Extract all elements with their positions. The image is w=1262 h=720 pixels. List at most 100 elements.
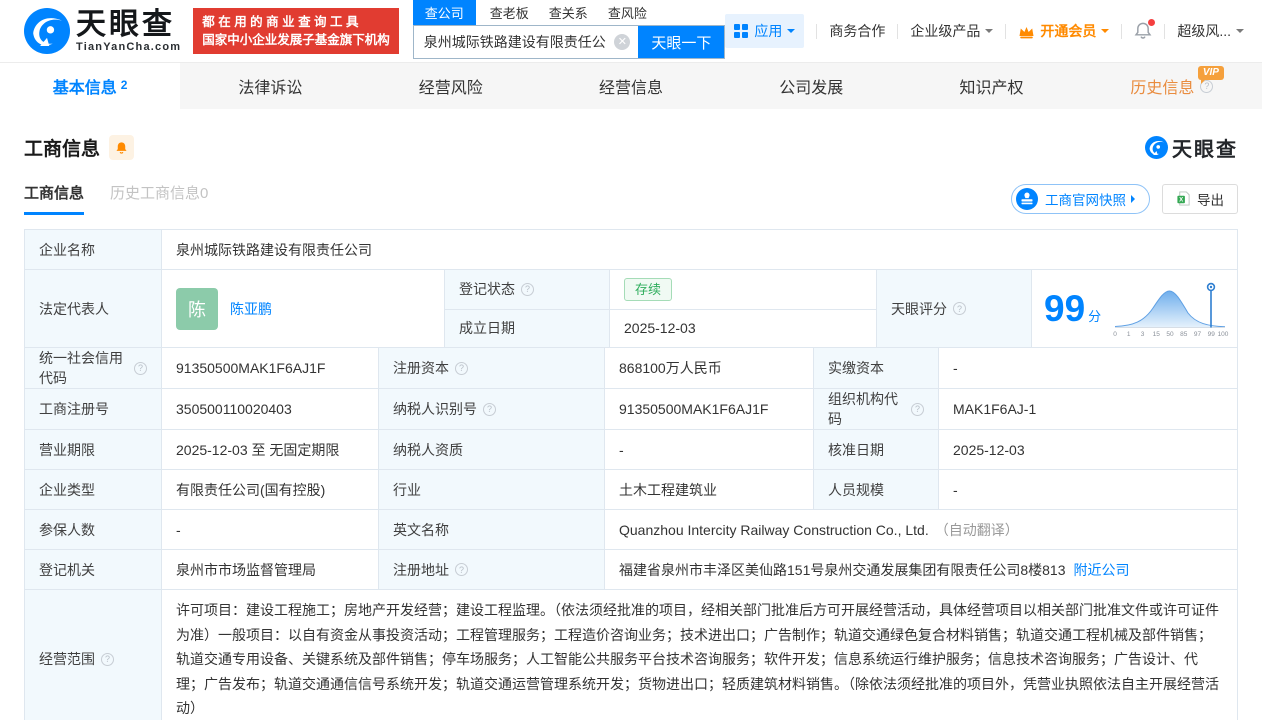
search-tab-boss[interactable]: 查老板 [490, 0, 529, 25]
subtab-history-business-info[interactable]: 历史工商信息0 [110, 182, 208, 215]
field-label: 核准日期 [813, 430, 938, 469]
tab-operation-risk[interactable]: 经营风险 [361, 63, 541, 109]
svg-text:X: X [1179, 197, 1183, 204]
section-header: 工商信息 天眼查 [24, 133, 1238, 162]
table-row-company-type: 企业类型 有限责任公司(国有控股) 行业 土木工程建筑业 人员规模 - [25, 469, 1237, 509]
help-icon[interactable]: ? [483, 402, 496, 416]
reg-status-row: 登记状态 ? 存续 [445, 270, 876, 309]
tianyancha-logo[interactable]: 天眼查 TianYanCha.com [24, 8, 181, 54]
english-name-value: Quanzhou Intercity Railway Construction … [619, 521, 929, 538]
apps-grid-icon [734, 24, 749, 38]
reg-authority-value: 泉州市市场监督管理局 [161, 550, 378, 589]
field-label: 营业期限 [25, 430, 161, 469]
company-nav-tabs: 基本信息 2 法律诉讼 经营风险 经营信息 公司发展 知识产权 VIP 历史信息… [0, 62, 1262, 109]
legal-rep-link[interactable]: 陈亚鹏 [230, 299, 272, 319]
field-label: 参保人数 [25, 510, 161, 549]
company-name-value: 泉州城际铁路建设有限责任公司 [161, 230, 1237, 269]
field-label: 英文名称 [378, 510, 604, 549]
nav-business-cooperation[interactable]: 商务合作 [829, 21, 885, 41]
tab-count: 2 [120, 78, 128, 92]
table-row-english-name: 参保人数 - 英文名称 Quanzhou Intercity Railway C… [25, 509, 1237, 549]
search-tab-company[interactable]: 查公司 [412, 0, 476, 25]
tick-label: 85 [1180, 331, 1188, 338]
establish-date-label: 成立日期 [459, 320, 515, 337]
taxpayer-qualification-value: - [604, 430, 813, 469]
score-distribution-chart: 0 1 3 15 50 85 97 99 100 [1113, 282, 1229, 338]
field-label: 纳税人识别号 ? [378, 389, 604, 429]
avatar[interactable]: 陈 [176, 287, 218, 330]
help-icon[interactable]: ? [911, 402, 924, 416]
tab-operation-info[interactable]: 经营信息 [541, 63, 721, 109]
notification-bell[interactable] [1134, 19, 1156, 40]
table-row-reg-number: 工商注册号 350500110020403 纳税人识别号 ? 91350500M… [25, 388, 1237, 429]
subtab-business-info[interactable]: 工商信息 [24, 182, 85, 215]
super-risk-label: 超级风... [1177, 23, 1231, 39]
subscribe-bell-button[interactable] [109, 135, 135, 160]
tab-intellectual-property[interactable]: 知识产权 [901, 63, 1081, 109]
industry-value: 土木工程建筑业 [604, 470, 813, 509]
tab-company-development[interactable]: 公司发展 [721, 63, 901, 109]
tab-label: 经营风险 [418, 80, 483, 97]
field-label: 企业类型 [25, 470, 161, 509]
official-snapshot-button[interactable]: 工商官网快照 [1011, 183, 1150, 214]
tianyancha-watermark: 天眼查 [1145, 133, 1238, 162]
nav-enterprise-products[interactable]: 企业级产品 [910, 21, 994, 41]
field-label: 注册资本 ? [378, 348, 604, 388]
nearby-companies-link[interactable]: 附近公司 [1074, 560, 1130, 580]
search-input[interactable] [413, 26, 615, 58]
org-code-label: 组织机构代码 [828, 391, 898, 427]
field-label: 组织机构代码 ? [813, 389, 938, 429]
biz-label: 商务合作 [829, 23, 886, 39]
tyc-score-label: 天眼评分 [891, 300, 947, 317]
main-content: 工商信息 天眼查 工商信息 历史工商信息0 工商官网快照 X 导出 企业名称 泉… [0, 133, 1262, 720]
field-label: 企业名称 [25, 230, 161, 269]
table-row-company-name: 企业名称 泉州城际铁路建设有限责任公司 [25, 230, 1237, 269]
bell-icon [116, 141, 127, 154]
clear-icon[interactable]: ✕ [614, 34, 631, 50]
approval-date-value: 2025-12-03 [938, 430, 1237, 469]
tick-label: 1 [1127, 331, 1131, 338]
credit-code-label: 统一社会信用代码 [39, 350, 123, 386]
field-label: 成立日期 [445, 309, 609, 347]
apps-menu[interactable]: 应用 [725, 14, 805, 48]
tab-legal-proceedings[interactable]: 法律诉讼 [180, 63, 360, 109]
reg-capital-value: 868100万人民币 [604, 348, 813, 388]
tab-label: 经营信息 [598, 80, 663, 97]
divider [816, 23, 818, 39]
chevron-down-icon [1236, 29, 1244, 37]
apps-label: 应用 [754, 23, 783, 39]
search-tabs: 查公司 查老板 查关系 查风险 [412, 0, 726, 25]
search-button[interactable]: 天眼一下 [638, 26, 725, 58]
table-row-legal-rep: 法定代表人 陈 陈亚鹏 登记状态 ? 存续 成立日期 2025-12-03 天眼… [25, 269, 1237, 347]
nav-super-risk[interactable]: 超级风... [1177, 21, 1244, 41]
reg-status-label: 登记状态 [459, 281, 515, 298]
table-row-business-term: 营业期限 2025-12-03 至 无固定期限 纳税人资质 - 核准日期 202… [25, 429, 1237, 469]
tab-label: 公司发展 [779, 80, 844, 97]
tianyancha-logo-icon [1145, 136, 1168, 159]
tab-basic-info[interactable]: 基本信息 2 [0, 63, 181, 109]
export-button[interactable]: X 导出 [1162, 183, 1238, 214]
search-tab-relation[interactable]: 查关系 [549, 0, 588, 25]
credit-code-value: 91350500MAK1F6AJ1F [161, 348, 378, 388]
tab-history-info[interactable]: VIP 历史信息 ? [1082, 63, 1262, 109]
tab-label: 知识产权 [959, 80, 1024, 97]
member-label: 开通会员 [1040, 23, 1097, 39]
help-icon[interactable]: ? [101, 652, 114, 666]
slogan-line1: 都 在 用 的 商 业 查 询 工 具 [202, 15, 359, 29]
help-icon[interactable]: ? [521, 282, 534, 296]
reg-address-label: 注册地址 [393, 561, 449, 578]
open-membership-button[interactable]: 开通会员 [1018, 21, 1110, 41]
help-icon[interactable]: ? [134, 361, 147, 375]
field-label: 经营范围 ? [25, 590, 161, 720]
help-icon[interactable]: ? [953, 302, 966, 315]
help-icon[interactable]: ? [455, 563, 468, 576]
search-tab-risk[interactable]: 查风险 [608, 0, 647, 25]
divider [1005, 23, 1007, 39]
status-badge: 存续 [624, 277, 673, 301]
taxpayer-id-label: 纳税人识别号 [393, 401, 477, 417]
tick-label: 3 [1141, 331, 1145, 338]
table-row-credit-code: 统一社会信用代码 ? 91350500MAK1F6AJ1F 注册资本 ? 868… [25, 347, 1237, 388]
field-label: 纳税人资质 [378, 430, 604, 469]
help-icon[interactable]: ? [455, 361, 468, 375]
tick-label: 99 [1208, 331, 1216, 338]
